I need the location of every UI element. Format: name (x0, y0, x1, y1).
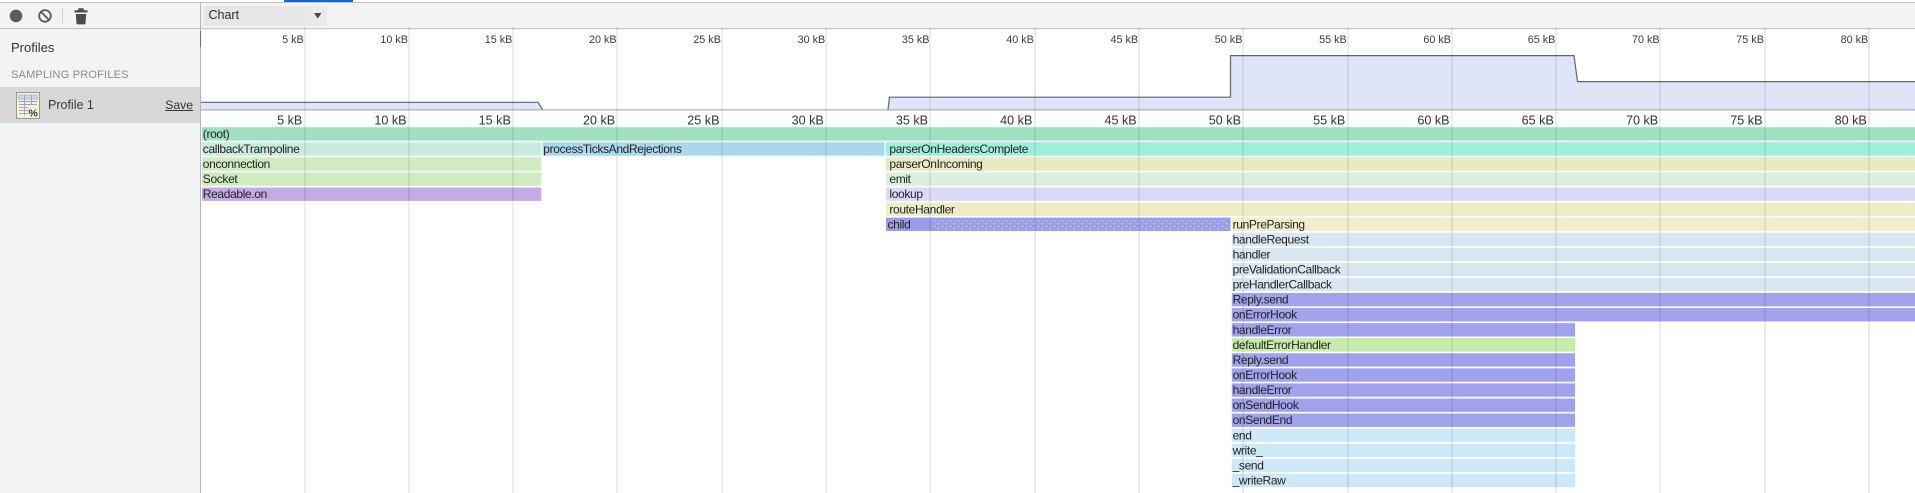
svg-text:callbackTrampoline: callbackTrampoline (203, 142, 300, 156)
svg-text:_writeRaw: _writeRaw (1232, 474, 1287, 488)
svg-text:25 kB: 25 kB (687, 114, 719, 128)
svg-text:55 kB: 55 kB (1319, 34, 1347, 46)
svg-text:parserOnIncoming: parserOnIncoming (889, 157, 982, 171)
svg-text:60 kB: 60 kB (1423, 34, 1451, 46)
svg-text:onSendEnd: onSendEnd (1233, 413, 1293, 427)
svg-text:75 kB: 75 kB (1730, 114, 1762, 128)
svg-text:70 kB: 70 kB (1626, 114, 1658, 128)
svg-text:65 kB: 65 kB (1522, 114, 1554, 128)
svg-text:45 kB: 45 kB (1110, 34, 1138, 46)
svg-text:%: % (29, 108, 39, 120)
svg-text:45 kB: 45 kB (1104, 114, 1136, 128)
svg-text:15 kB: 15 kB (485, 34, 513, 46)
svg-text:preHandlerCallback: preHandlerCallback (1233, 278, 1333, 292)
svg-text:defaultErrorHandler: defaultErrorHandler (1233, 338, 1331, 352)
svg-text:routeHandler: routeHandler (889, 202, 955, 216)
svg-text:_send: _send (1232, 458, 1264, 472)
svg-text:(root): (root) (203, 127, 230, 141)
svg-text:10 kB: 10 kB (374, 114, 406, 128)
svg-text:Readable.on: Readable.on (203, 187, 267, 201)
svg-text:15 kB: 15 kB (479, 114, 511, 128)
svg-text:20 kB: 20 kB (589, 34, 617, 46)
svg-text:65 kB: 65 kB (1528, 34, 1556, 46)
svg-text:end: end (1233, 428, 1252, 442)
svg-text:35 kB: 35 kB (896, 114, 928, 128)
svg-text:onErrorHook: onErrorHook (1233, 308, 1299, 322)
svg-text:20 kB: 20 kB (583, 114, 615, 128)
svg-text:lookup: lookup (889, 187, 923, 201)
svg-text:processTicksAndRejections: processTicksAndRejections (543, 142, 682, 156)
svg-text:70 kB: 70 kB (1632, 34, 1660, 46)
svg-text:onErrorHook: onErrorHook (1233, 368, 1299, 382)
svg-text:55 kB: 55 kB (1313, 114, 1345, 128)
svg-text:Reply.send: Reply.send (1233, 293, 1289, 307)
svg-text:25 kB: 25 kB (693, 34, 721, 46)
svg-text:80 kB: 80 kB (1835, 114, 1867, 128)
svg-text:handler: handler (1233, 247, 1271, 261)
svg-text:emit: emit (889, 172, 911, 186)
svg-text:40 kB: 40 kB (1000, 114, 1032, 128)
svg-text:75 kB: 75 kB (1736, 34, 1764, 46)
svg-text:5 kB: 5 kB (277, 114, 302, 128)
svg-text:handleError: handleError (1233, 323, 1292, 337)
svg-text:onconnection: onconnection (203, 157, 270, 171)
svg-text:Reply.send: Reply.send (1233, 353, 1289, 367)
svg-text:parserOnHeadersComplete: parserOnHeadersComplete (889, 142, 1028, 156)
svg-text:5 kB: 5 kB (282, 34, 304, 46)
svg-text:50 kB: 50 kB (1209, 114, 1241, 128)
svg-text:35 kB: 35 kB (902, 34, 930, 46)
svg-text:child: child (888, 217, 911, 231)
svg-text:50 kB: 50 kB (1215, 34, 1243, 46)
svg-text:Socket: Socket (203, 172, 239, 186)
svg-text:handleRequest: handleRequest (1233, 232, 1310, 246)
svg-text:preValidationCallback: preValidationCallback (1233, 263, 1342, 277)
svg-text:60 kB: 60 kB (1417, 114, 1449, 128)
svg-text:30 kB: 30 kB (798, 34, 826, 46)
svg-text:30 kB: 30 kB (792, 114, 824, 128)
svg-text:write_: write_ (1232, 443, 1264, 457)
svg-text:80 kB: 80 kB (1841, 34, 1869, 46)
svg-text:10 kB: 10 kB (380, 34, 408, 46)
svg-text:handleError: handleError (1233, 383, 1292, 397)
svg-text:40 kB: 40 kB (1006, 34, 1034, 46)
